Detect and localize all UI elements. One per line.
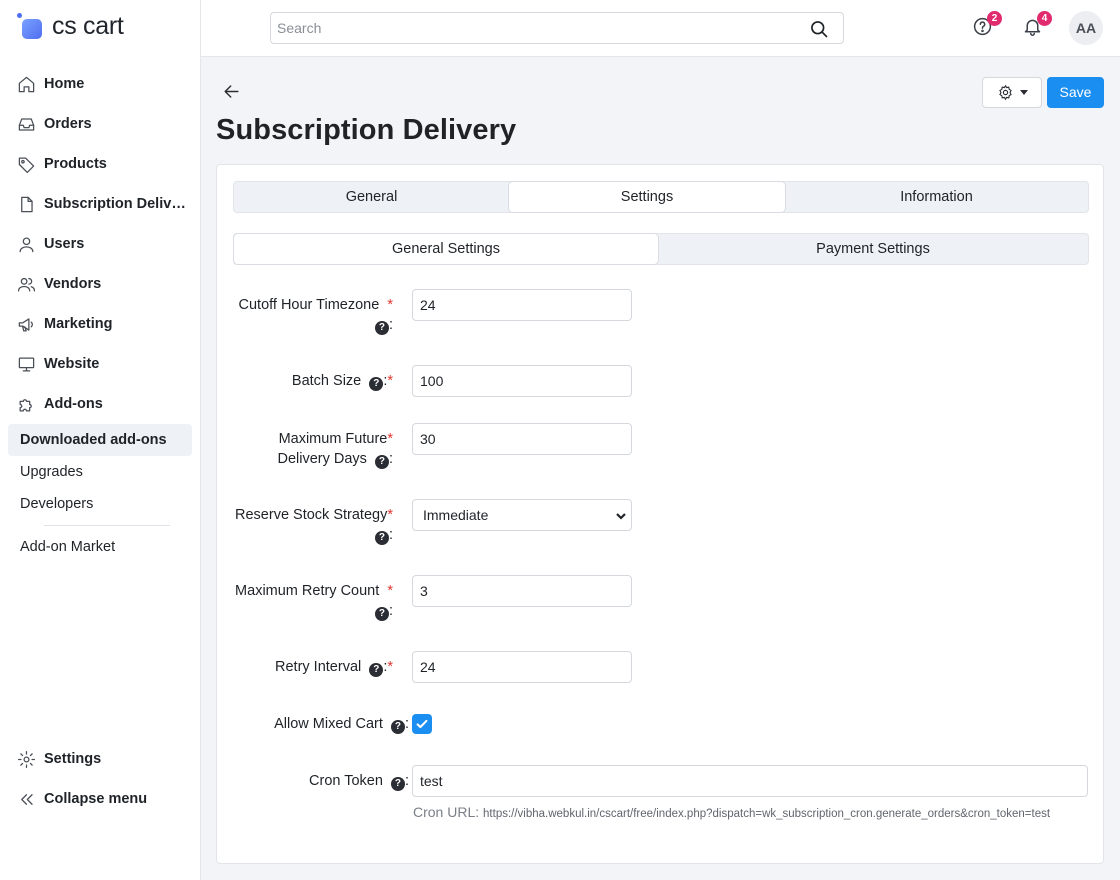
double-chevron-left-icon [16,789,36,809]
sidebar-bottom: Settings Collapse menu [0,739,200,819]
nav-item-products[interactable]: Products [0,144,200,184]
label-max-future-line1: Maximum Future* [278,431,393,447]
tab-information[interactable]: Information [785,182,1088,212]
caret-down-icon [1019,90,1028,95]
cron-token-input[interactable] [412,765,1088,797]
nav-item-addons[interactable]: Add-ons [0,384,200,424]
label-reserve-stock-strategy: Reserve Stock Strategy* [235,507,393,523]
label-max-retry-count: Maximum Retry Count * [235,583,393,599]
bell-icon [1022,19,1043,41]
brand-logo[interactable]: cs cart [16,12,124,41]
inbox-icon [16,114,36,134]
save-button[interactable]: Save [1047,77,1104,108]
batch-size-input[interactable] [412,365,632,397]
tag-icon [16,154,36,174]
main-nav: Home Orders Products Subscription Delive… [0,64,200,563]
sidebar: cs cart Home Orders Products Subscriptio… [0,0,201,880]
tab-settings[interactable]: Settings [509,182,785,212]
label-cutoff-help: ?: [374,315,393,335]
nav-item-settings[interactable]: Settings [0,739,200,779]
label-retry-interval: Retry Interval ?:* [275,659,393,677]
sub-item-addon-market[interactable]: Add-on Market [8,531,192,563]
label-cron-token: Cron Token ?: [309,773,409,791]
megaphone-icon [16,314,36,334]
brand-name: cs cart [52,12,124,40]
label-cutoff-hour-timezone: Cutoff Hour Timezone * [238,297,394,313]
back-button[interactable] [222,82,242,102]
cs-cart-logo-icon [16,12,44,41]
label-max-future-line2: Delivery Days ?: [277,451,393,469]
tab-general[interactable]: General [234,182,509,212]
nav-item-website[interactable]: Website [0,344,200,384]
max-retry-count-input[interactable] [412,575,632,607]
home-icon [16,74,36,94]
gear-icon [16,749,36,769]
settings-dropdown-button[interactable] [982,77,1042,108]
search-box [270,12,844,44]
gear-icon [998,84,1012,101]
sub-item-upgrades[interactable]: Upgrades [8,456,192,488]
search-icon[interactable] [809,19,829,39]
monitor-icon [16,354,36,374]
label-reserve-help: ?: [374,525,393,545]
help-icon[interactable]: ? [369,377,384,391]
nav-item-marketing[interactable]: Marketing [0,304,200,344]
tab-general-settings[interactable]: General Settings [234,234,658,264]
main-tabs: General Settings Information [233,181,1089,213]
document-icon [16,194,36,214]
label-allow-mixed-cart: Allow Mixed Cart ?: [274,716,409,734]
reserve-stock-strategy-select[interactable]: Immediate [412,499,632,531]
help-icon[interactable]: ? [390,777,405,791]
nav-item-collapse-menu[interactable]: Collapse menu [0,779,200,819]
sub-item-developers[interactable]: Developers [8,488,192,520]
tab-payment-settings[interactable]: Payment Settings [658,234,1088,264]
submenu-divider [44,525,170,526]
addons-submenu: Downloaded add-ons Upgrades Developers A… [0,424,200,563]
nav-item-users[interactable]: Users [0,224,200,264]
help-icon[interactable]: ? [374,531,389,545]
search-input[interactable] [271,13,791,43]
nav-item-vendors[interactable]: Vendors [0,264,200,304]
nav-item-subscription-delivery[interactable]: Subscription Delivery [0,184,200,224]
settings-subtabs: General Settings Payment Settings [233,233,1089,265]
avatar[interactable]: AA [1069,11,1103,45]
help-icon[interactable]: ? [374,455,389,469]
nav-item-home[interactable]: Home [0,64,200,104]
topbar: 2 4 AA [201,0,1120,57]
settings-card: General Settings Information General Set… [216,164,1104,864]
retry-interval-input[interactable] [412,651,632,683]
nav-item-orders[interactable]: Orders [0,104,200,144]
allow-mixed-cart-checkbox[interactable] [412,714,432,734]
cron-url-value: https://vibha.webkul.in/cscart/free/inde… [483,808,1051,820]
help-button[interactable]: 2 [972,11,1002,41]
users-icon [16,274,36,294]
sub-item-downloaded-addons[interactable]: Downloaded add-ons [8,424,192,456]
chevron-down-icon [616,513,626,520]
label-retry-help: ?: [374,601,393,621]
help-circle-icon [972,17,993,41]
notifications-button[interactable]: 4 [1022,11,1052,41]
checkmark-icon [416,719,428,729]
cron-url-text: Cron URL: https://vibha.webkul.in/cscart… [413,804,1051,820]
help-icon[interactable]: ? [374,607,389,621]
help-icon[interactable]: ? [369,663,384,677]
help-icon[interactable]: ? [374,321,389,335]
label-batch-size: Batch Size ?:* [291,373,393,391]
arrow-left-icon [222,85,241,105]
notifications-badge: 4 [1037,11,1052,26]
puzzle-icon [16,394,36,414]
page-title: Subscription Delivery [216,114,517,146]
help-badge: 2 [987,11,1002,26]
cutoff-hour-timezone-input[interactable] [412,289,632,321]
max-future-delivery-days-input[interactable] [412,423,632,455]
help-icon[interactable]: ? [390,720,405,734]
user-icon [16,234,36,254]
